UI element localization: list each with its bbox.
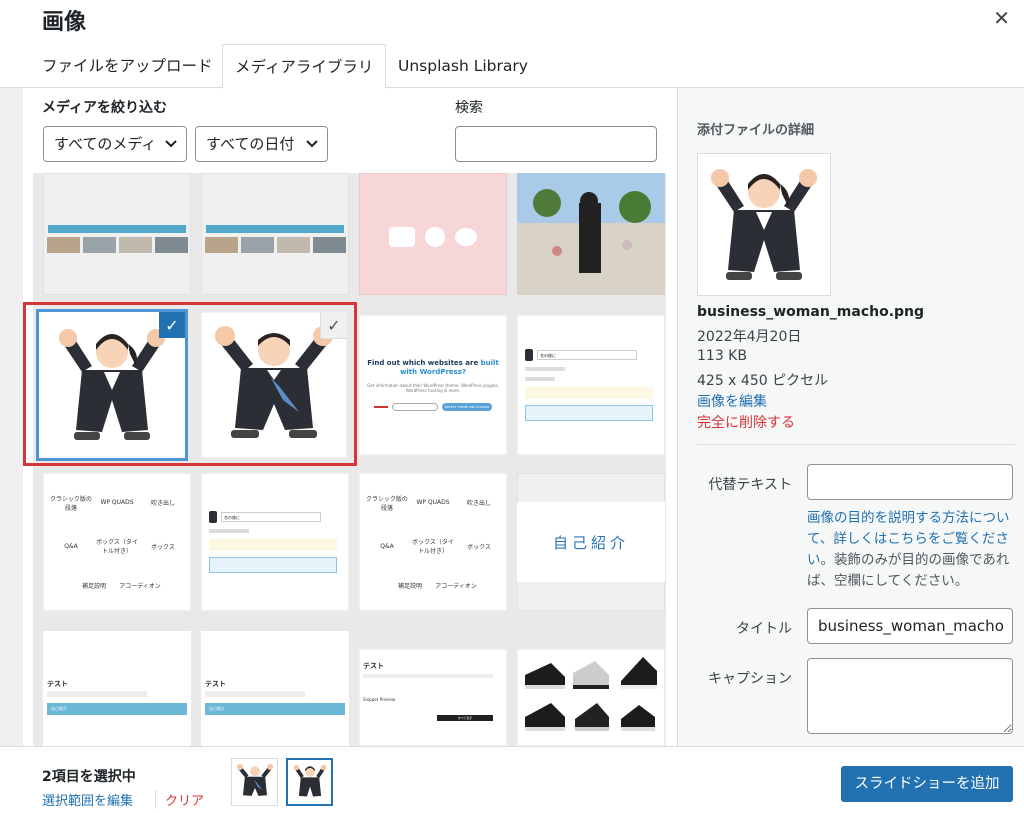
block-label: アコーディオン [119,583,161,591]
tab-media-library[interactable]: メディアライブラリ [222,44,387,89]
block-label: 吹き出し [150,500,175,508]
block-label: 吹き出し [466,500,491,508]
media-thumb[interactable] [359,173,507,295]
caption-label: キャプション [708,671,792,687]
alt-help-text: 。装飾のみが目的の画像であれば、空欄にしてください。 [807,552,1010,589]
thumb-title: Find out which websites are [367,359,479,367]
media-thumb-business-man[interactable]: ✓ [201,312,347,458]
add-slideshow-button[interactable]: スライドショーを追加 [841,766,1013,802]
thumb-subtitle: Get information about their WordPress th… [367,383,499,393]
tab-unsplash[interactable]: Unsplash Library [386,44,540,88]
attachment-preview [697,153,831,296]
block-label: ボックス（タイトル付き） [412,539,454,556]
media-thumb[interactable]: テスト Snippet Preview すべて表示 [359,649,507,746]
clear-selection-link[interactable]: クリア [155,790,204,809]
left-gutter [0,88,23,746]
block-label: WP QUADS [416,499,450,507]
thumb-name-field: 名の後に [221,512,321,522]
media-type-value: すべてのメディ [54,135,157,153]
thumb-footer: すべて表示 [437,715,493,721]
media-thumb[interactable]: クラシック版の段落 WP QUADS 吹き出し Q&A ボックス（タイトル付き）… [43,473,191,611]
block-label: クラシック版の段落 [366,495,408,512]
media-grid[interactable]: ✓ ✓ Find out which websites are built wi… [33,173,666,746]
selected-thumb-business-woman[interactable] [286,758,333,806]
chevron-down-icon [164,127,178,175]
thumb-title: テスト [205,680,226,688]
edit-image-link[interactable]: 画像を編集 [697,391,767,411]
media-thumb[interactable] [517,649,665,746]
tab-bar: ファイルをアップロード メディアライブラリ Unsplash Library [0,44,1024,89]
media-thumb[interactable]: テスト 自己紹介 [201,631,349,746]
block-label: Q&A [380,542,394,550]
thumb-bar: 自己紹介 [47,703,187,715]
sidebar-title: 添付ファイルの詳細 [697,123,815,138]
checkmark-icon[interactable]: ✓ [159,312,185,338]
divider [697,444,1015,445]
media-thumb-business-woman[interactable]: ✓ [39,312,185,458]
date-select[interactable]: すべての日付 [195,126,328,162]
block-label: アコーディオン [435,583,477,591]
block-label: WP QUADS [100,499,134,507]
block-label: ボックス [467,543,491,551]
thumb-title: テスト [363,662,384,670]
file-date: 2022年4月20日 [697,329,802,345]
selection-count: 2項目を選択中 [42,769,136,785]
media-thumb[interactable] [517,173,665,295]
alt-help: 画像の目的を説明する方法について、詳しくはこちらをご覧ください。装飾のみが目的の… [807,508,1013,592]
thumb-title: テスト [47,680,68,688]
filter-label: メディアを絞り込む [42,100,168,116]
chevron-down-icon [305,127,319,175]
delete-permanently-link[interactable]: 完全に削除する [697,412,795,432]
title-field[interactable]: business_woman_macho [807,608,1013,644]
media-thumb[interactable]: クラシック版の段落 WP QUADS 吹き出し Q&A ボックス（タイトル付き）… [359,473,507,611]
attachment-details-sidebar: 添付ファイルの詳細 business_woman_macho.png 2022年… [677,88,1024,746]
alt-text-field[interactable] [807,464,1013,500]
thumb-name-field: 名の後に [537,350,637,360]
date-value: すべての日付 [206,135,295,153]
media-thumb[interactable]: 名の後に [517,315,665,455]
modal-title: 画像 [42,10,87,35]
thumb-button: DETECT THEME AND PLUGINS [442,403,492,411]
tab-upload[interactable]: ファイルをアップロード [30,44,225,88]
block-label: 補足説明 [397,583,422,591]
block-label: クラシック版の段落 [50,495,92,512]
media-thumb[interactable]: テスト 自己紹介 [43,631,191,746]
block-label: ボックス（タイトル付き） [96,539,138,556]
edit-selection-link[interactable]: 選択範囲を編集 [42,790,133,809]
file-dimensions: 425 x 450 ピクセル [697,373,829,389]
thumb-bar: 自己紹介 [205,703,345,715]
search-input[interactable] [455,126,657,162]
media-thumb[interactable]: Find out which websites are built with W… [359,315,507,455]
file-size: 113 KB [697,348,747,364]
media-thumb[interactable] [201,173,349,295]
media-thumb[interactable]: 名の後に [201,473,349,611]
block-label: Q&A [64,542,78,550]
media-thumb[interactable] [43,173,191,295]
thumb-self-intro: 自己紹介 [517,502,665,582]
file-name: business_woman_macho.png [697,304,925,320]
media-type-select[interactable]: すべてのメディ [43,126,187,162]
selected-thumb-business-man[interactable] [231,758,278,806]
close-icon[interactable]: ✕ [993,6,1010,30]
modal-footer: 2項目を選択中 選択範囲を編集 クリア スライドショーを追加 [0,746,1024,813]
search-label: 検索 [455,100,483,116]
block-label: 補足説明 [81,583,106,591]
thumb-block: Snippet Preview [363,697,396,702]
media-thumb[interactable]: 自己紹介 [517,473,665,611]
title-label: タイトル [736,621,792,637]
caption-field[interactable] [807,658,1013,734]
block-label: ボックス [151,543,175,551]
alt-text-label: 代替テキスト [708,477,792,493]
checkmark-icon[interactable]: ✓ [321,312,347,338]
